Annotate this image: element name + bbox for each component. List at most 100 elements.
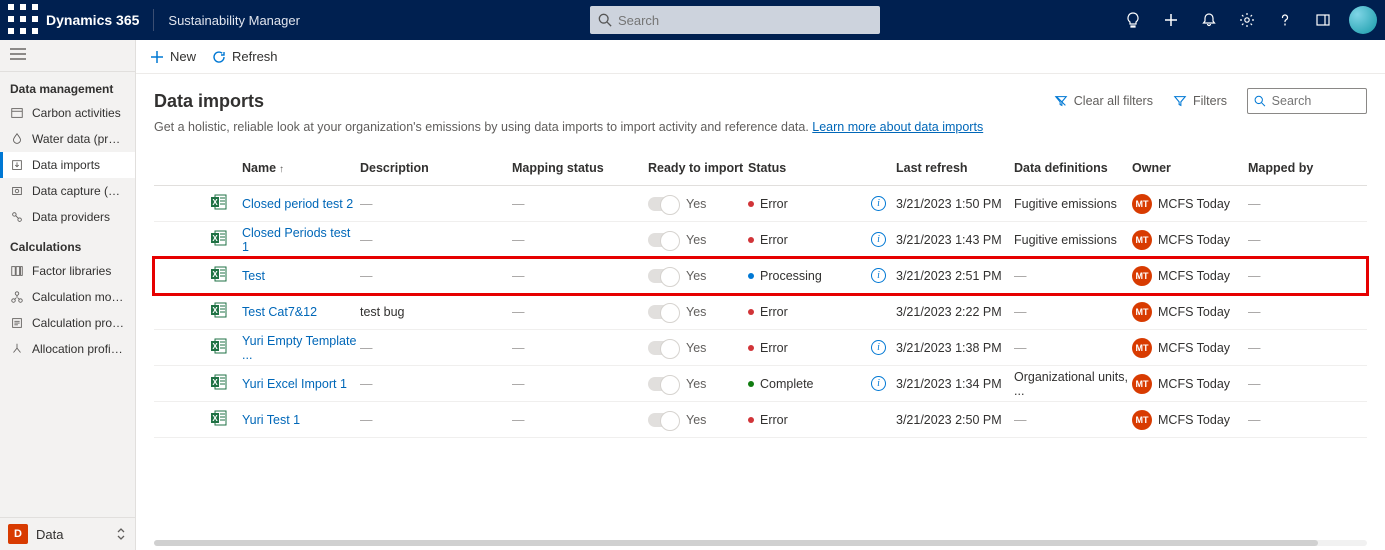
row-ready-toggle[interactable]: Yes [648,377,748,391]
learn-more-link[interactable]: Learn more about data imports [812,120,983,134]
app-launcher-button[interactable] [8,4,40,36]
row-ready-toggle[interactable]: Yes [648,269,748,283]
global-search-input[interactable] [618,13,872,28]
row-last-refresh: 3/21/2023 2:50 PM [896,413,1014,427]
col-refresh[interactable]: Last refresh [896,161,1014,175]
row-ready-toggle[interactable]: Yes [648,305,748,319]
col-description[interactable]: Description [360,161,512,175]
row-definitions: Organizational units, ... [1014,370,1132,398]
owner-avatar: MT [1132,266,1152,286]
row-mapping: — [512,233,648,247]
lightbulb-icon[interactable] [1115,0,1151,40]
sidebar-item-factor[interactable]: Factor libraries [0,258,135,284]
row-name-link[interactable]: Test [242,269,265,283]
col-status[interactable]: Status [748,161,896,175]
sidebar-item-providers[interactable]: Data providers [0,204,135,230]
table-row[interactable]: XTest Cat7&12test bug—YesError3/21/2023 … [154,294,1367,330]
sidebar-area-switcher[interactable]: D Data [0,517,135,550]
row-name-link[interactable]: Test Cat7&12 [242,305,317,319]
search-icon [1254,94,1266,108]
row-ready-toggle[interactable]: Yes [648,197,748,211]
row-name-link[interactable]: Closed Periods test 1 [242,226,350,254]
info-icon[interactable]: i [871,268,886,283]
col-name[interactable]: Name↑ [242,161,360,175]
excel-icon: X [210,409,228,427]
sidebar-item-capture[interactable]: Data capture (preview) [0,178,135,204]
sidebar-section-calc: Calculations [0,230,135,258]
row-description: — [360,269,512,283]
row-owner: MTMCFS Today [1132,410,1248,430]
clear-filter-icon [1054,94,1068,108]
sidebar-item-imports[interactable]: Data imports [0,152,135,178]
row-mapping: — [512,269,648,283]
table-row[interactable]: XYuri Empty Template ...——YesErrori3/21/… [154,330,1367,366]
row-owner: MTMCFS Today [1132,194,1248,214]
table-row[interactable]: XYuri Excel Import 1——YesCompletei3/21/2… [154,366,1367,402]
user-avatar[interactable] [1349,6,1377,34]
plus-icon[interactable] [1153,0,1189,40]
new-button[interactable]: New [150,49,196,64]
row-mapped-by: — [1248,413,1352,427]
help-icon[interactable] [1267,0,1303,40]
row-name-link[interactable]: Closed period test 2 [242,197,353,211]
row-definitions: — [1014,305,1132,319]
plus-icon [150,50,164,64]
sidebar-item-carbon[interactable]: Carbon activities [0,100,135,126]
row-definitions: — [1014,413,1132,427]
area-label: Data [36,527,63,542]
sidebar-toggle[interactable] [0,40,135,72]
app-subtitle: Sustainability Manager [168,13,300,28]
svg-text:X: X [212,414,218,423]
row-description: — [360,341,512,355]
col-mapped-by[interactable]: Mapped by [1248,161,1352,175]
gear-icon[interactable] [1229,0,1265,40]
info-icon[interactable]: i [871,376,886,391]
row-status: Errori [748,196,896,211]
table-row[interactable]: XClosed period test 2——YesErrori3/21/202… [154,186,1367,222]
global-search[interactable] [590,6,880,34]
owner-avatar: MT [1132,194,1152,214]
row-name-link[interactable]: Yuri Empty Template ... [242,334,356,362]
sidebar-item-water[interactable]: Water data (preview) [0,126,135,152]
col-owner[interactable]: Owner [1132,161,1248,175]
grid-search-input[interactable] [1272,94,1360,108]
table-row[interactable]: XYuri Test 1——YesError3/21/2023 2:50 PM—… [154,402,1367,438]
col-ready[interactable]: Ready to import [648,161,748,175]
table-row[interactable]: XClosed Periods test 1——YesErrori3/21/20… [154,222,1367,258]
refresh-button[interactable]: Refresh [212,49,278,64]
excel-icon: X [210,265,228,283]
info-icon[interactable]: i [871,196,886,211]
col-definitions[interactable]: Data definitions [1014,161,1132,175]
divider [153,9,154,31]
info-icon[interactable]: i [871,340,886,355]
sidebar-section-data: Data management [0,72,135,100]
table-row[interactable]: XTest——YesProcessingi3/21/2023 2:51 PM—M… [154,258,1367,294]
refresh-icon [212,50,226,64]
row-ready-toggle[interactable]: Yes [648,233,748,247]
row-name-link[interactable]: Yuri Excel Import 1 [242,377,347,391]
clear-filters-button[interactable]: Clear all filters [1054,94,1153,108]
svg-text:X: X [212,234,218,243]
bell-icon[interactable] [1191,0,1227,40]
horizontal-scrollbar[interactable] [154,540,1367,546]
row-last-refresh: 3/21/2023 2:22 PM [896,305,1014,319]
data-grid: Name↑ Description Mapping status Ready t… [154,150,1367,438]
command-bar: New Refresh [136,40,1385,74]
sidebar-item-models[interactable]: Calculation models [0,284,135,310]
row-ready-toggle[interactable]: Yes [648,341,748,355]
row-mapped-by: — [1248,197,1352,211]
row-name-link[interactable]: Yuri Test 1 [242,413,300,427]
sidebar-item-profiles[interactable]: Calculation profiles [0,310,135,336]
panel-icon[interactable] [1305,0,1341,40]
row-mapping: — [512,341,648,355]
row-ready-toggle[interactable]: Yes [648,413,748,427]
page-description: Get a holistic, reliable look at your or… [154,120,1367,134]
row-owner: MTMCFS Today [1132,302,1248,322]
grid-header: Name↑ Description Mapping status Ready t… [154,150,1367,186]
row-mapped-by: — [1248,377,1352,391]
col-mapping[interactable]: Mapping status [512,161,648,175]
filters-button[interactable]: Filters [1173,94,1227,108]
grid-search[interactable] [1247,88,1367,114]
sidebar-item-allocation[interactable]: Allocation profiles (p... [0,336,135,362]
info-icon[interactable]: i [871,232,886,247]
